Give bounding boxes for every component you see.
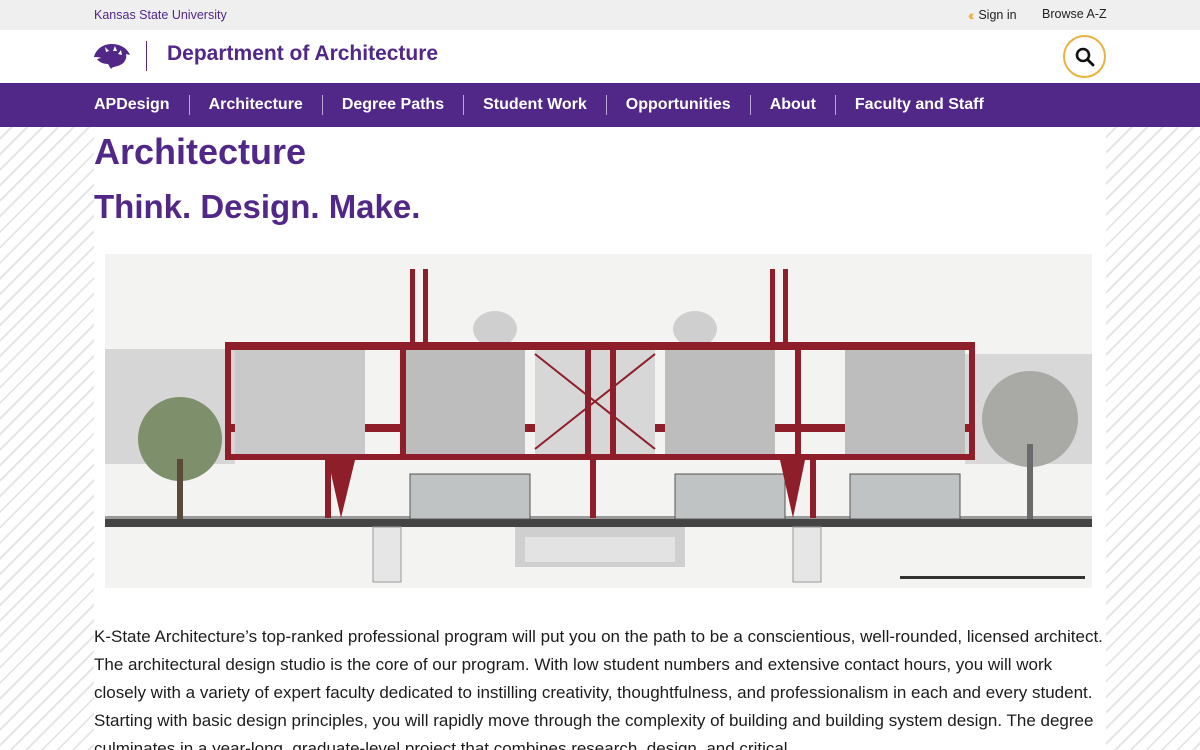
powercat-logo[interactable]	[93, 41, 131, 71]
main-content: Architecture Think. Design. Make. K-Stat…	[94, 127, 1106, 750]
nav-item-degree-paths[interactable]: Degree Paths	[321, 95, 463, 115]
utility-bar: Kansas State University ‹‹ Sign in Brows…	[0, 0, 1200, 30]
hero-image-building-section	[105, 254, 1092, 588]
header-divider	[146, 41, 147, 71]
page-title: Architecture	[94, 131, 307, 172]
sign-in-link[interactable]: ‹‹ Sign in	[968, 7, 1017, 23]
nav-item-student-work[interactable]: Student Work	[463, 95, 606, 115]
sign-in-label: Sign in	[978, 8, 1017, 22]
search-icon	[1075, 47, 1094, 66]
double-chevron-left-icon: ‹‹	[968, 7, 975, 23]
browse-az-link[interactable]: Browse A-Z	[1042, 7, 1107, 21]
main-nav-list: APDesign Architecture Degree Paths Stude…	[94, 83, 1003, 127]
main-nav: APDesign Architecture Degree Paths Stude…	[0, 83, 1200, 127]
page-subtitle: Think. Design. Make.	[94, 188, 421, 225]
department-title[interactable]: Department of Architecture	[167, 42, 438, 66]
site-header: Department of Architecture	[0, 30, 1200, 83]
nav-item-faculty-staff[interactable]: Faculty and Staff	[834, 95, 1003, 115]
intro-paragraph: K-State Architecture’s top-ranked profes…	[94, 627, 1103, 750]
nav-item-about[interactable]: About	[749, 95, 835, 115]
nav-item-apdesign[interactable]: APDesign	[94, 95, 189, 115]
university-link[interactable]: Kansas State University	[94, 8, 227, 22]
nav-item-architecture[interactable]: Architecture	[188, 95, 322, 115]
nav-item-opportunities[interactable]: Opportunities	[605, 95, 750, 115]
search-button[interactable]	[1063, 35, 1106, 78]
